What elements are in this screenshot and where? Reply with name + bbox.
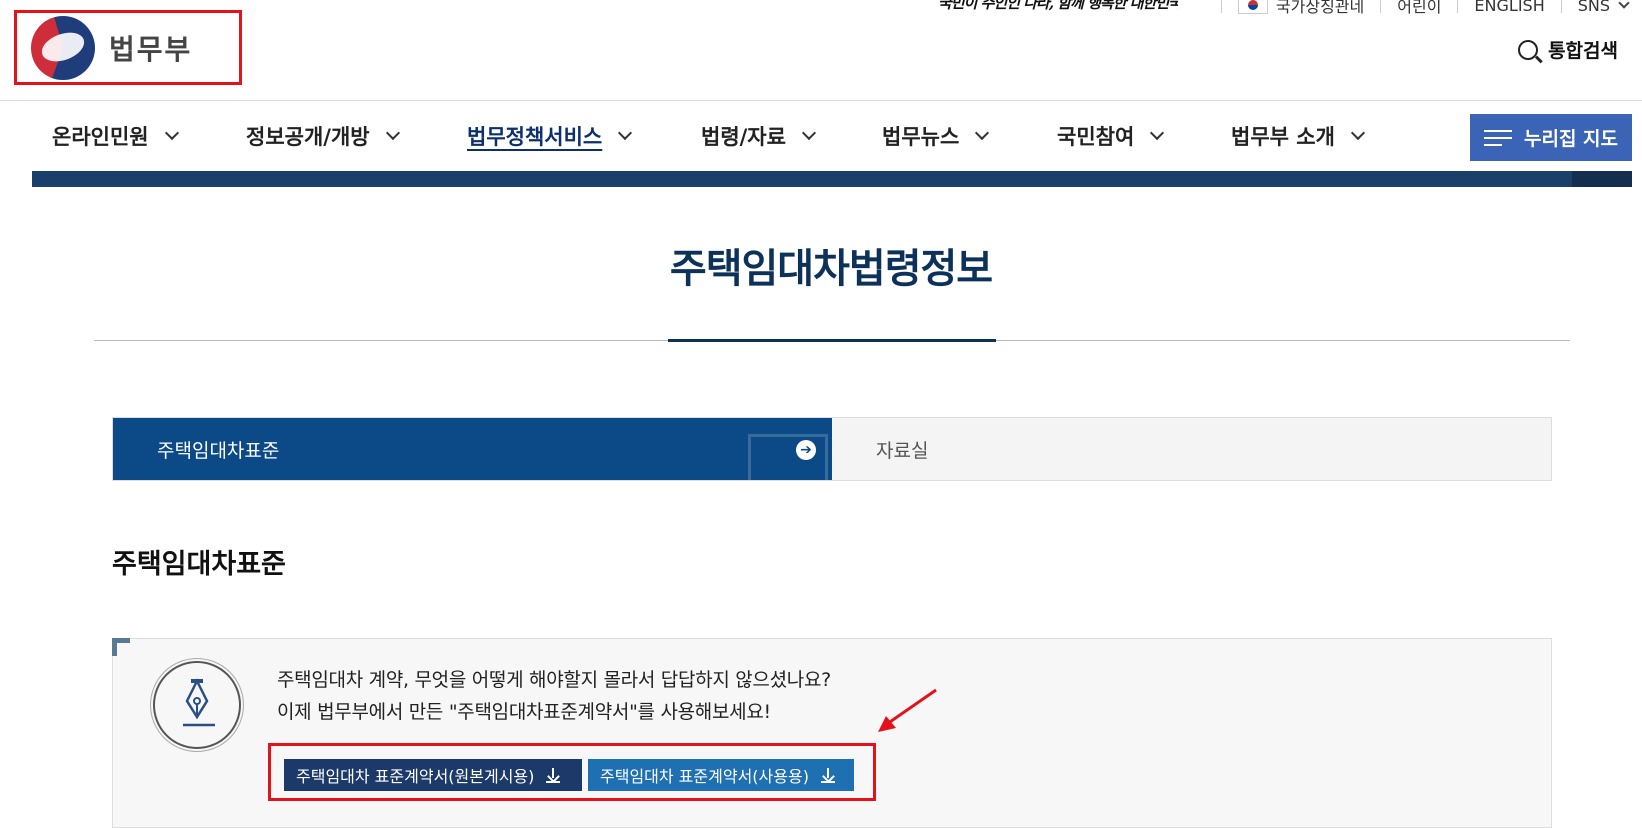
- utility-bar: 국가상징관네 어린이 ENGLISH SNS: [1205, 0, 1630, 17]
- annotation-arrow-icon: [878, 688, 937, 732]
- sitemap-label: 누리집 지도: [1524, 128, 1619, 150]
- nav-label: 정보공개/개방: [246, 125, 370, 149]
- download-icon: [546, 768, 561, 783]
- sns-menu[interactable]: SNS: [1577, 0, 1630, 15]
- divider: [1560, 0, 1562, 13]
- divider: [1220, 0, 1222, 13]
- sns-label: SNS: [1577, 0, 1610, 15]
- nav-label: 법무뉴스: [882, 125, 960, 149]
- chevron-down-icon: [385, 125, 400, 141]
- banner-strip: [32, 171, 1632, 187]
- nav-item-news[interactable]: 법무뉴스: [882, 101, 990, 171]
- search-icon: [1518, 39, 1539, 60]
- info-suggestion: 이제 법무부에서 만든 "주택임대차표준계약서"를 사용해보세요!: [277, 701, 771, 723]
- divider: [1457, 0, 1459, 13]
- chevron-down-icon: [801, 125, 817, 141]
- arrow-right-icon: ➔: [796, 440, 816, 460]
- download-icon: [820, 768, 835, 783]
- nav-label: 법무정책서비스: [467, 125, 603, 149]
- site-logo[interactable]: 법무부: [14, 10, 242, 85]
- nav-item-participation[interactable]: 국민참여: [1057, 101, 1165, 171]
- english-link[interactable]: ENGLISH: [1474, 0, 1544, 15]
- search-label: 통합검색: [1548, 40, 1618, 62]
- nav-label: 법무부 소개: [1231, 125, 1335, 149]
- fountain-pen-icon: [150, 658, 244, 752]
- taegeuk-logo-icon: [31, 15, 95, 80]
- kids-link[interactable]: 어린이: [1397, 0, 1441, 17]
- nav-item-info-disclosure[interactable]: 정보공개/개방: [246, 101, 400, 171]
- sitemap-button[interactable]: 누리집 지도: [1470, 114, 1632, 161]
- gov-banner-link[interactable]: 국가상징관네: [1276, 0, 1364, 17]
- page-title: 주택임대차법령정보: [669, 246, 993, 292]
- tab-label: 자료실: [876, 439, 929, 462]
- flag-icon: [1237, 0, 1268, 14]
- chevron-down-icon: [1150, 125, 1165, 141]
- chevron-down-icon: [618, 125, 633, 141]
- chevron-down-icon: [975, 125, 990, 141]
- chevron-down-icon: [164, 125, 179, 141]
- nav-label: 온라인민원: [52, 125, 149, 149]
- content-tabs: 주택임대차표준 ➔ 자료실: [112, 417, 1552, 481]
- download-original-button[interactable]: 주택임대차 표준계약서(원본게시용): [284, 759, 582, 791]
- nav-item-about[interactable]: 법무부 소개: [1231, 101, 1365, 171]
- info-question: 주택임대차 계약, 무엇을 어떻게 해야할지 몰라서 답답하지 않으셨나요?: [277, 669, 831, 691]
- nav-item-online-petition[interactable]: 온라인민원: [52, 101, 179, 171]
- corner-decoration: [112, 638, 130, 656]
- divider: [1380, 0, 1382, 13]
- nav-label: 국민참여: [1057, 125, 1135, 149]
- tab-label: 주택임대차표준: [157, 439, 280, 462]
- slogan-text: 국민이 주인인 나라, 함께 행복한 대한민국: [938, 0, 1178, 12]
- main-navigation: 온라인민원 정보공개/개방 법무정책서비스 법령/자료 법무뉴스 국민참여 법무…: [0, 101, 1642, 171]
- tab-archive[interactable]: 자료실: [832, 418, 1551, 480]
- download-use-button[interactable]: 주택임대차 표준계약서(사용용): [588, 759, 854, 791]
- nav-item-laws-data[interactable]: 법령/자료: [701, 101, 817, 171]
- title-accent-line: [668, 339, 996, 342]
- tab-housing-lease-standard[interactable]: 주택임대차표준 ➔: [113, 418, 832, 480]
- download-use-label: 주택임대차 표준계약서(사용용): [600, 767, 809, 786]
- integrated-search-button[interactable]: 통합검색: [1518, 36, 1618, 63]
- chevron-down-icon: [1618, 0, 1630, 9]
- nav-item-policy-service[interactable]: 법무정책서비스: [467, 101, 633, 171]
- logo-text: 법무부: [109, 32, 193, 66]
- download-original-label: 주택임대차 표준계약서(원본게시용): [296, 767, 535, 786]
- building-icon: [748, 434, 828, 480]
- section-title: 주택임대차표준: [112, 549, 286, 580]
- nav-label: 법령/자료: [701, 125, 786, 149]
- menu-icon: [1484, 129, 1512, 147]
- chevron-down-icon: [1350, 125, 1365, 141]
